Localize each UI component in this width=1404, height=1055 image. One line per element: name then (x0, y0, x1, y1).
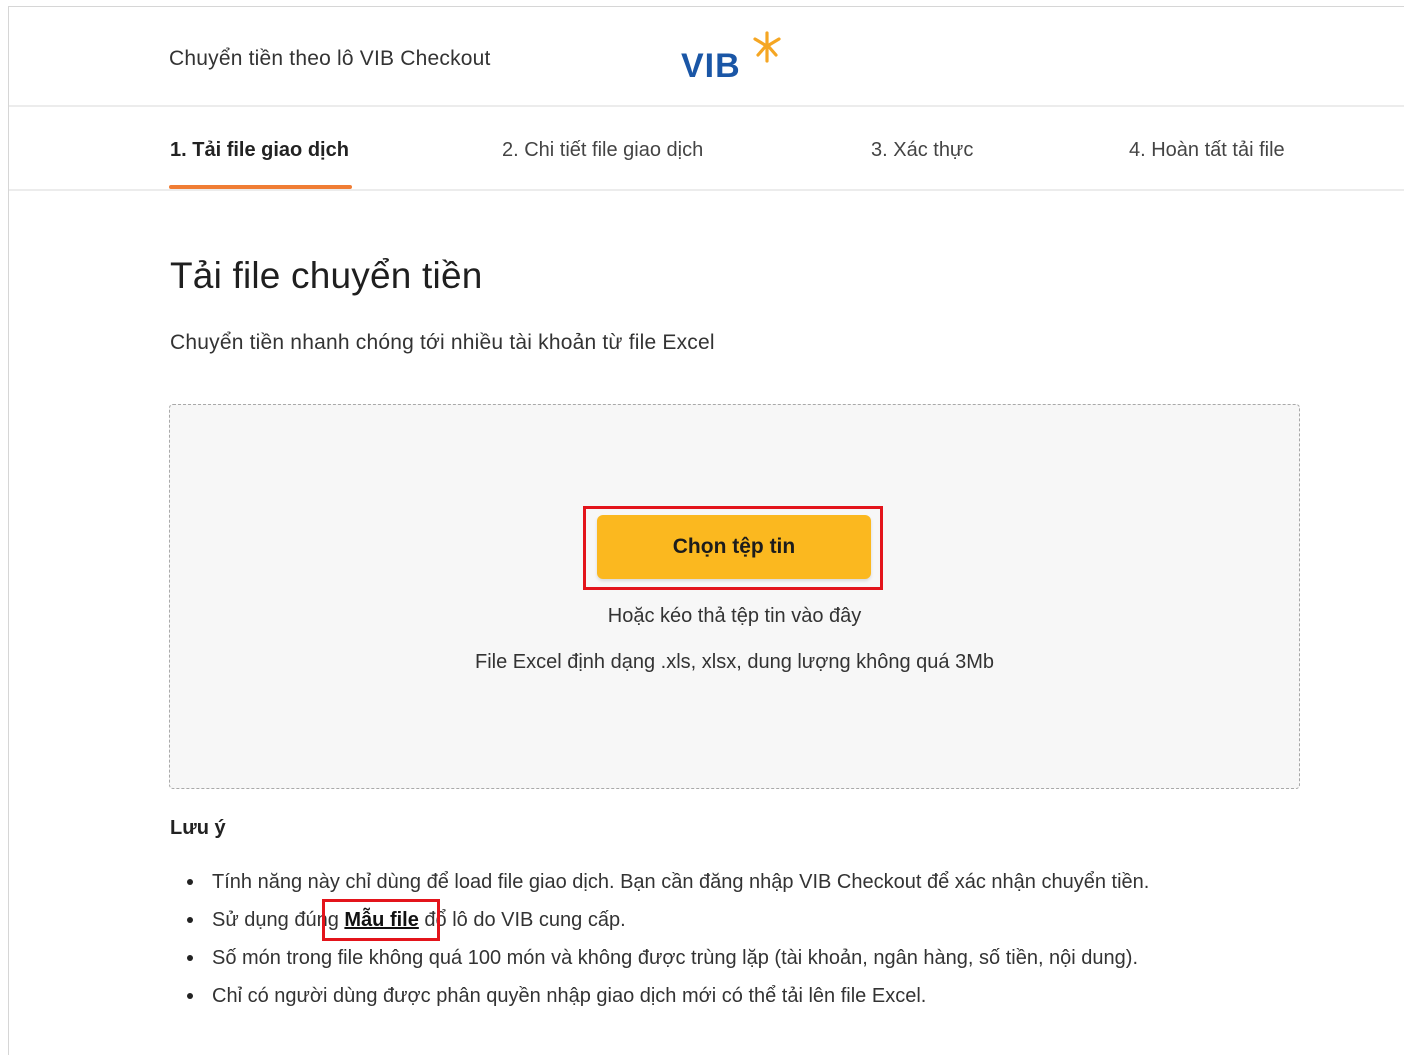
note-text-after: đổ lô do VIB cung cấp. (418, 909, 626, 931)
note-item: Sử dụng đúng Mẫu file đổ lô do VIB cung … (187, 899, 1337, 945)
bullet-icon (187, 993, 193, 999)
note-text-before: Sử dụng đúng (212, 909, 345, 931)
notes-list: Tính năng này chỉ dùng để load file giao… (187, 869, 1337, 1021)
step-4-complete[interactable]: 4. Hoàn tất tải file (1129, 139, 1285, 162)
note-item: Tính năng này chỉ dùng để load file giao… (187, 869, 1337, 907)
drop-hint: Hoặc kéo thả tệp tin vào đây (607, 605, 862, 627)
vib-star-icon (753, 31, 781, 63)
note-item: Chỉ có người dùng được phân quyền nhập g… (187, 983, 1337, 1021)
upload-page: Chuyển tiền theo lô VIB Checkout VIB 1. … (8, 6, 1404, 1055)
header-title: Chuyển tiền theo lô VIB Checkout (169, 47, 491, 70)
bullet-icon (187, 879, 193, 885)
step-2-file-details[interactable]: 2. Chi tiết file giao dịch (502, 139, 703, 162)
note-text: Số món trong file không quá 100 món và k… (212, 947, 1139, 969)
vib-logo: VIB (681, 29, 791, 85)
active-step-indicator (169, 185, 352, 189)
page-header: Chuyển tiền theo lô VIB Checkout VIB (9, 7, 1404, 107)
page-subtitle: Chuyển tiền nhanh chóng tới nhiều tài kh… (170, 331, 715, 354)
template-file-link[interactable]: Mẫu file (344, 909, 418, 931)
file-format-hint: File Excel định dạng .xls, xlsx, dung lư… (474, 651, 994, 673)
bullet-icon (187, 917, 193, 923)
file-dropzone[interactable]: Chọn tệp tin Hoặc kéo thả tệp tin vào đâ… (169, 404, 1300, 789)
note-text: Chỉ có người dùng được phân quyền nhập g… (212, 985, 927, 1007)
choose-file-button[interactable]: Chọn tệp tin (597, 515, 871, 579)
step-tabs: 1. Tải file giao dịch 2. Chi tiết file g… (9, 109, 1404, 191)
notes-title: Lưu ý (170, 817, 226, 839)
step-1-upload-file[interactable]: 1. Tải file giao dịch (170, 139, 349, 162)
page-title: Tải file chuyển tiền (170, 255, 483, 296)
vib-logo-text: VIB (681, 47, 741, 85)
bullet-icon (187, 955, 193, 961)
note-text: Tính năng này chỉ dùng để load file giao… (212, 871, 1150, 893)
note-item: Số món trong file không quá 100 món và k… (187, 945, 1337, 983)
step-3-authentication[interactable]: 3. Xác thực (871, 139, 973, 162)
